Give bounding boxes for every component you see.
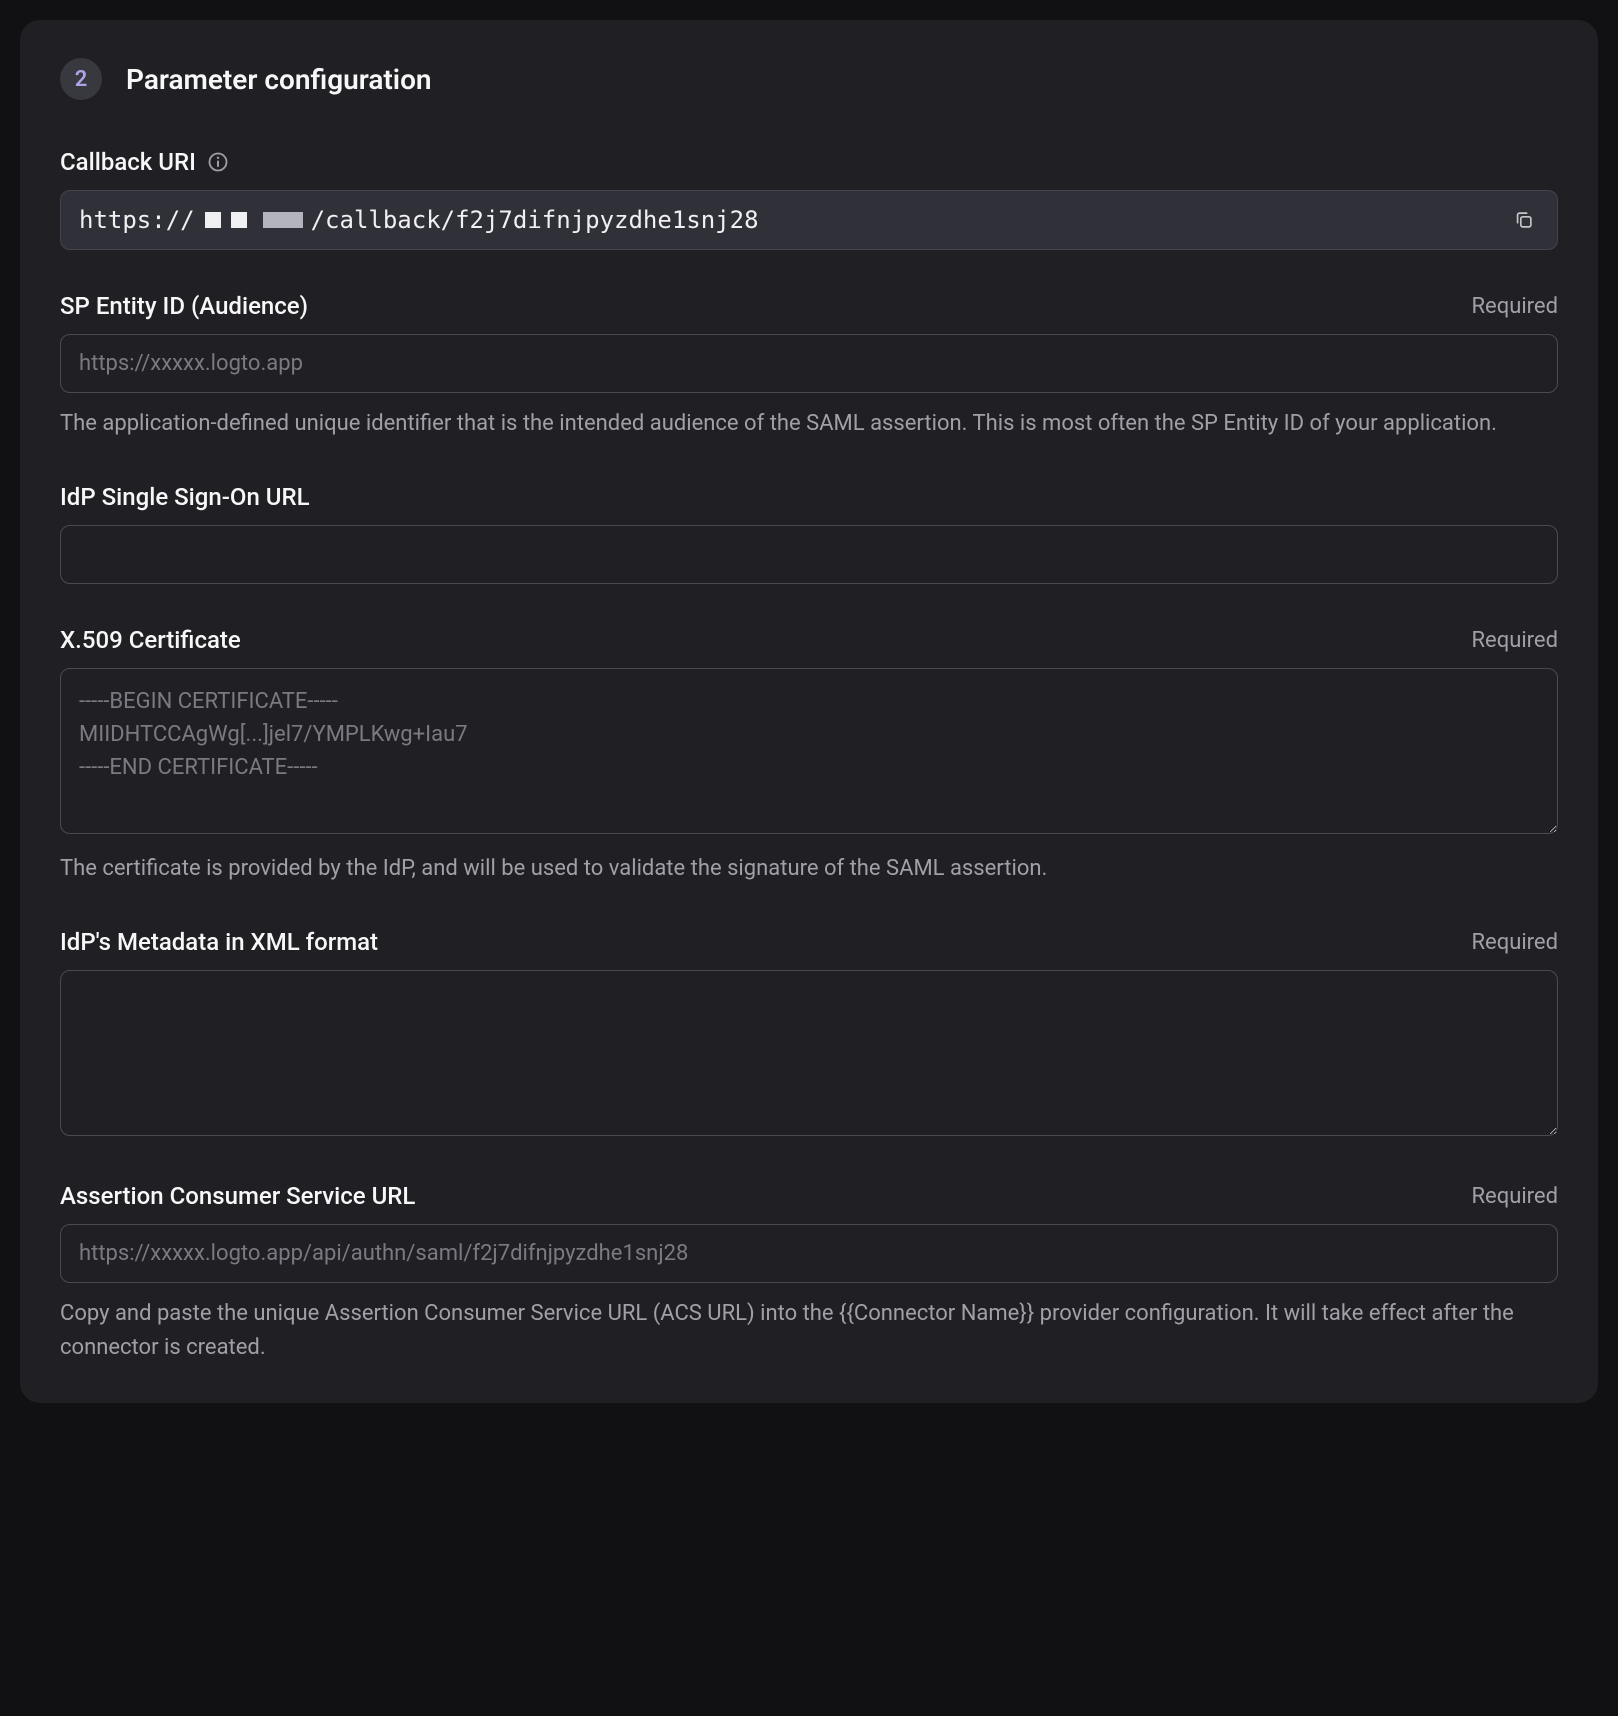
required-badge: Required xyxy=(1471,628,1558,653)
idp-sso-url-input[interactable] xyxy=(60,525,1558,584)
callback-uri-label-text: Callback URI xyxy=(60,148,196,176)
callback-uri-field: Callback URI https:// /callback/f2j7difn… xyxy=(60,148,1558,250)
copy-icon xyxy=(1513,209,1535,231)
idp-metadata-xml-label: IdP's Metadata in XML format xyxy=(60,928,378,956)
idp-sso-url-field: IdP Single Sign-On URL xyxy=(60,483,1558,584)
step-number-badge: 2 xyxy=(60,58,102,100)
sp-entity-id-field: SP Entity ID (Audience) Required The app… xyxy=(60,292,1558,441)
acs-url-label: Assertion Consumer Service URL xyxy=(60,1182,415,1210)
x509-cert-help: The certificate is provided by the IdP, … xyxy=(60,852,1558,886)
callback-uri-suffix: /callback/f2j7difnjpyzdhe1snj28 xyxy=(311,206,759,234)
sp-entity-id-help: The application-defined unique identifie… xyxy=(60,407,1558,441)
idp-metadata-xml-field: IdP's Metadata in XML format Required xyxy=(60,928,1558,1140)
sp-entity-id-label: SP Entity ID (Audience) xyxy=(60,292,308,320)
callback-uri-prefix: https:// xyxy=(79,206,195,234)
required-badge: Required xyxy=(1471,930,1558,955)
callback-uri-readonly-box: https:// /callback/f2j7difnjpyzdhe1snj28 xyxy=(60,190,1558,250)
x509-cert-label: X.509 Certificate xyxy=(60,626,241,654)
redacted-segment xyxy=(205,212,247,228)
idp-metadata-xml-input[interactable] xyxy=(60,970,1558,1136)
copy-button[interactable] xyxy=(1509,205,1539,235)
sp-entity-id-input[interactable] xyxy=(60,334,1558,393)
required-badge: Required xyxy=(1471,294,1558,319)
parameter-configuration-card: 2 Parameter configuration Callback URI h… xyxy=(20,20,1598,1403)
idp-sso-url-label: IdP Single Sign-On URL xyxy=(60,483,310,511)
callback-uri-label: Callback URI xyxy=(60,148,228,176)
acs-url-field: Assertion Consumer Service URL Required … xyxy=(60,1182,1558,1365)
x509-cert-field: X.509 Certificate Required The certifica… xyxy=(60,626,1558,886)
acs-url-help: Copy and paste the unique Assertion Cons… xyxy=(60,1297,1558,1365)
acs-url-input[interactable] xyxy=(60,1224,1558,1283)
section-header: 2 Parameter configuration xyxy=(60,58,1558,100)
info-icon[interactable] xyxy=(208,152,228,172)
section-title: Parameter configuration xyxy=(126,63,432,96)
callback-uri-value: https:// /callback/f2j7difnjpyzdhe1snj28 xyxy=(79,206,759,234)
required-badge: Required xyxy=(1471,1184,1558,1209)
redacted-segment xyxy=(263,212,303,228)
x509-cert-input[interactable] xyxy=(60,668,1558,834)
